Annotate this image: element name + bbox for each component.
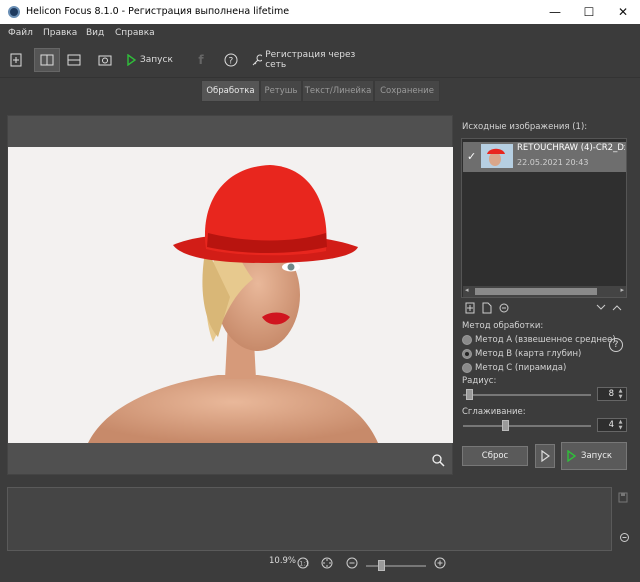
zoom-level: 10.9% [269, 556, 297, 566]
list-item[interactable]: ✓ RETOUCHRAW (4)-CR2_DxO_l 22.05.2021 20… [463, 142, 626, 172]
tab-save[interactable]: Сохранение [374, 80, 440, 102]
zoom-in-icon[interactable] [434, 557, 446, 569]
facebook-icon: f [198, 53, 204, 67]
preview-play-button[interactable] [535, 444, 555, 468]
menu-edit[interactable]: Правка [43, 28, 77, 38]
run-button-label: Запуск [581, 451, 613, 461]
window-title: Helicon Focus 8.1.0 - Регистрация выполн… [26, 6, 290, 17]
zoom-slider[interactable] [366, 565, 426, 567]
horizontal-scrollbar[interactable]: ◂ ▸ [463, 286, 626, 297]
app-logo-icon [8, 6, 20, 18]
smoothing-label: Сглаживание: [462, 407, 526, 417]
svg-text:?: ? [229, 57, 234, 67]
radius-spinbox[interactable]: 8 ▲ ▼ [597, 387, 627, 401]
minimize-button[interactable]: — [538, 0, 572, 24]
tab-text-ruler[interactable]: Текст/Линейка [302, 80, 374, 102]
chevron-down-icon[interactable] [596, 304, 606, 312]
method-b-label[interactable]: Метод B (карта глубин) [475, 349, 581, 359]
play-outline-icon [541, 450, 550, 462]
reset-button[interactable]: Сброс [462, 446, 528, 466]
remove-image-icon[interactable] [498, 302, 511, 314]
maximize-button[interactable]: ☐ [572, 0, 606, 24]
play-icon [567, 450, 576, 462]
facebook-button[interactable]: f [194, 48, 208, 72]
spin-arrows-icon[interactable]: ▲ ▼ [616, 388, 625, 400]
tab-processing[interactable]: Обработка [201, 80, 260, 102]
log-panel[interactable] [7, 487, 612, 551]
item-checkbox[interactable]: ✓ [467, 150, 476, 163]
menu-file[interactable]: Файл [8, 28, 33, 38]
run-toolbar-button[interactable]: Запуск [126, 48, 176, 72]
radius-label: Радиус: [462, 376, 497, 386]
clear-log-icon[interactable] [619, 532, 630, 543]
key-icon [252, 54, 263, 66]
split-vertical-icon [40, 54, 54, 66]
split-horizontal-icon [67, 54, 81, 66]
run-button[interactable]: Запуск [561, 442, 627, 470]
smoothing-spinbox[interactable]: 4 ▲ ▼ [597, 418, 627, 432]
zoom-fit-icon[interactable] [431, 453, 445, 467]
item-filename: RETOUCHRAW (4)-CR2_DxO_l [517, 143, 625, 153]
image-thumbnail [481, 144, 513, 168]
menu-bar: Файл Правка Вид Справка [0, 24, 640, 42]
actual-size-icon[interactable]: 1:1 [297, 557, 309, 569]
help-button[interactable]: ? [222, 48, 240, 72]
camera-icon [98, 55, 112, 66]
method-b-radio[interactable] [462, 349, 472, 359]
run-toolbar-label: Запуск [140, 55, 173, 65]
split-horizontal-view-button[interactable] [62, 48, 86, 72]
scroll-right-icon[interactable]: ▸ [620, 286, 624, 294]
smoothing-value: 4 [608, 420, 614, 430]
method-a-radio[interactable] [462, 335, 472, 345]
menu-help[interactable]: Справка [115, 28, 155, 38]
document-icon[interactable] [482, 302, 492, 314]
main-tabs: Обработка Ретушь Текст/Линейка Сохранени… [0, 80, 640, 102]
chevron-up-icon[interactable] [612, 304, 622, 312]
scroll-left-icon[interactable]: ◂ [465, 286, 469, 294]
network-registration-button[interactable]: Регистрация через сеть [252, 48, 362, 72]
menu-view[interactable]: Вид [86, 28, 104, 38]
source-images-list[interactable]: ✓ RETOUCHRAW (4)-CR2_DxO_l 22.05.2021 20… [461, 138, 627, 298]
method-a-label[interactable]: Метод A (взвешенное среднее) [475, 335, 616, 345]
tab-retouch[interactable]: Ретушь [260, 80, 302, 102]
method-c-label[interactable]: Метод C (пирамида) [475, 363, 566, 373]
title-bar: Helicon Focus 8.1.0 - Регистрация выполн… [0, 0, 640, 24]
method-c-radio[interactable] [462, 363, 472, 373]
network-registration-label: Регистрация через сеть [265, 50, 356, 70]
close-button[interactable]: ✕ [606, 0, 640, 24]
save-log-icon[interactable] [618, 492, 628, 503]
radius-slider-handle[interactable] [466, 389, 474, 400]
add-image-icon[interactable] [465, 302, 475, 314]
spin-arrows-icon[interactable]: ▲ ▼ [616, 419, 625, 431]
zoom-out-icon[interactable] [346, 557, 358, 569]
help-icon: ? [224, 53, 238, 67]
method-help-icon[interactable]: ? [609, 338, 623, 352]
zoom-slider-handle[interactable] [378, 560, 385, 571]
radius-slider[interactable] [463, 394, 591, 396]
toolbar: Запуск f ? Регистрация через сеть [0, 42, 640, 78]
svg-text:1:1: 1:1 [299, 561, 309, 568]
source-images-header: Исходные изображения (1): [462, 122, 588, 132]
method-header: Метод обработки: [462, 321, 544, 331]
item-date: 22.05.2021 20:43 [517, 158, 589, 167]
fit-screen-icon[interactable] [321, 557, 333, 569]
radius-value: 8 [608, 389, 614, 399]
play-icon [127, 54, 136, 66]
scrollbar-thumb[interactable] [475, 288, 597, 295]
smoothing-slider[interactable] [463, 425, 591, 427]
add-files-button[interactable] [6, 48, 26, 72]
add-file-icon [10, 53, 22, 67]
preview-image [8, 147, 453, 443]
smoothing-slider-handle[interactable] [502, 420, 510, 431]
split-vertical-view-button[interactable] [34, 48, 60, 72]
preview-button[interactable] [94, 48, 116, 72]
